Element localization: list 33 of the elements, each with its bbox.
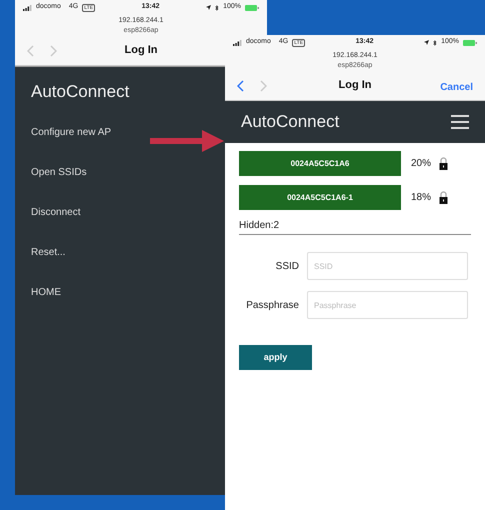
bluetooth-icon: [215, 4, 220, 10]
field-label: Passphrase: [245, 298, 299, 312]
signal-strength: 18%: [411, 191, 432, 205]
location-icon: [424, 40, 430, 45]
signal-strength: 20%: [411, 157, 432, 171]
network-button[interactable]: 0024A5C5C1A6: [239, 151, 401, 176]
menu-item[interactable]: Reset...: [31, 245, 66, 260]
forward-icon[interactable]: [50, 44, 57, 56]
menu-icon[interactable]: [451, 115, 469, 129]
menu-item[interactable]: Disconnect: [31, 205, 80, 220]
menu-item[interactable]: Open SSIDs: [31, 165, 87, 180]
battery-icon: [245, 4, 259, 10]
cancel-button[interactable]: Cancel: [440, 80, 473, 94]
forward-icon[interactable]: [260, 80, 267, 92]
input-field[interactable]: SSID: [307, 252, 468, 280]
page-title: Log In: [338, 78, 372, 94]
arrow-icon: [150, 128, 226, 154]
page-title: Log In: [124, 43, 158, 58]
menu-item[interactable]: HOME: [31, 285, 61, 300]
brand-title: AutoConnect: [241, 111, 340, 134]
battery-icon: [463, 40, 477, 46]
hidden-count: Hidden:2: [239, 218, 471, 235]
bluetooth-icon: [433, 40, 438, 46]
brand-title: AutoConnect: [31, 81, 130, 103]
menu-item[interactable]: Configure new AP: [31, 125, 112, 140]
location-icon: [206, 5, 212, 10]
apply-button[interactable]: apply: [239, 345, 312, 370]
back-icon[interactable]: [237, 80, 244, 92]
input-field[interactable]: Passphrase: [307, 291, 468, 319]
signal-icon: [233, 40, 242, 46]
signal-icon: [23, 4, 32, 10]
field-label: SSID: [274, 260, 299, 274]
network-button[interactable]: 0024A5C5C1A6-1: [239, 185, 401, 210]
